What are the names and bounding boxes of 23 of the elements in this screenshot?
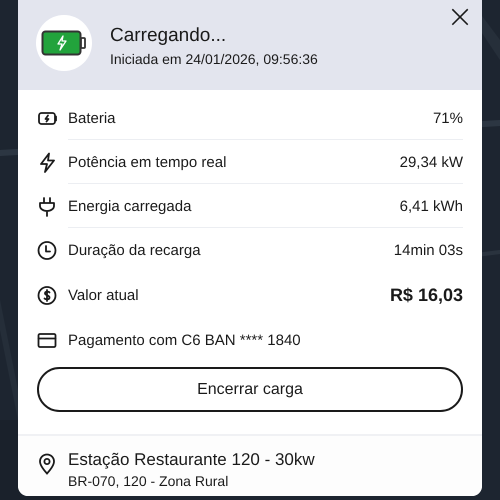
charging-title: Carregando...: [110, 25, 228, 47]
clock-icon: [37, 240, 57, 260]
detail-value: 29,34 kW: [400, 154, 463, 170]
battery-charging-icon: [41, 30, 87, 56]
detail-label: Potência em tempo real: [68, 154, 228, 170]
close-button[interactable]: ×: [446, 2, 474, 30]
dollar-icon: [37, 284, 57, 306]
start-time: Iniciada em 24/01/2026, 09:56:36: [110, 51, 319, 67]
detail-value: 14min 03s: [394, 242, 463, 258]
plug-icon: [37, 196, 57, 216]
detail-label: Duração da recarga: [68, 242, 202, 258]
detail-value: 6,41 kWh: [400, 198, 463, 214]
detail-value: 71%: [432, 110, 463, 126]
detail-label: Valor atual: [68, 286, 140, 304]
station-name: Estação Restaurante 120 - 30kw: [68, 450, 315, 470]
end-charge-button[interactable]: Encerrar carga: [37, 367, 463, 412]
detail-label: Bateria: [68, 110, 117, 126]
detail-value: R$ 16,03: [390, 284, 463, 306]
detail-label: Energia carregada: [68, 198, 192, 214]
station-address: BR-070, 120 - Zona Rural: [68, 473, 230, 489]
detail-label: Pagamento com C6 BAN **** 1840: [68, 332, 302, 348]
location-pin-icon: [37, 453, 57, 475]
lightning-icon: [37, 152, 57, 172]
